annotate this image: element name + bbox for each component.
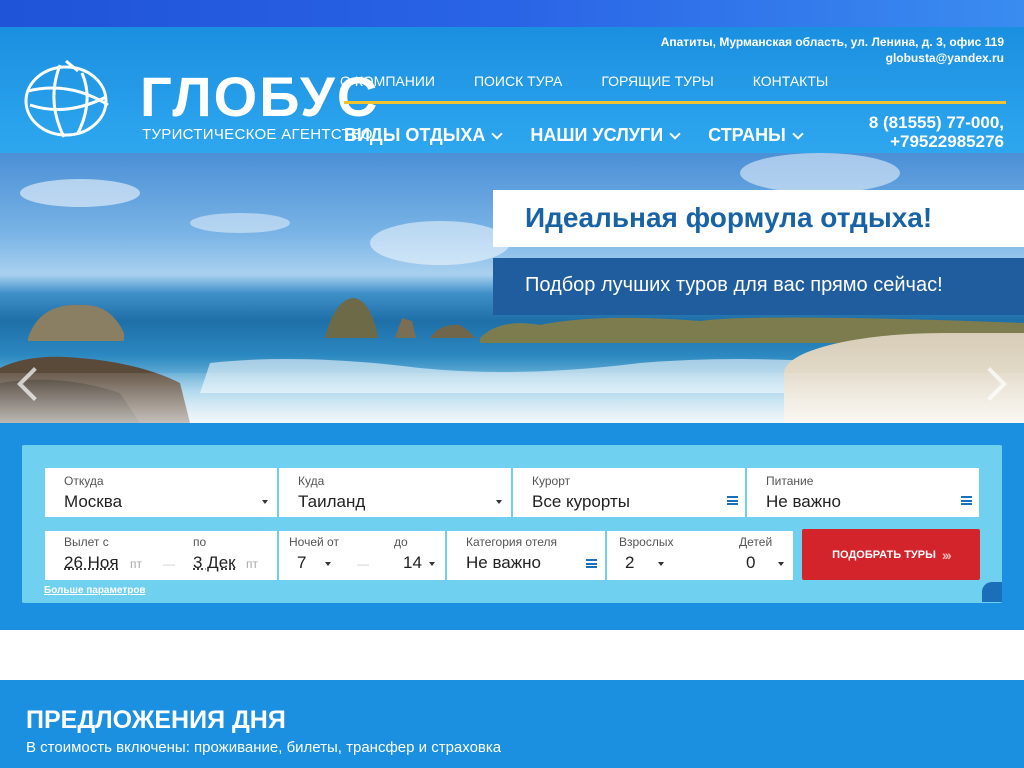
offers-title: ПРЕДЛОЖЕНИЯ ДНЯ	[26, 706, 286, 734]
mainnav-label: НАШИ УСЛУГИ	[530, 125, 664, 145]
to-label: Куда	[298, 474, 325, 488]
depart-from-dow: пт	[130, 557, 142, 571]
contact-email[interactable]: globusta@yandex.ru	[886, 51, 1004, 65]
nights-from-label: Ночей от	[289, 535, 339, 549]
meal-label: Питание	[766, 474, 814, 488]
caret-down-icon	[778, 562, 784, 566]
depart-to-label: по	[193, 535, 207, 549]
chevron-down-icon	[792, 127, 804, 140]
topnav-about[interactable]: О КОМПАНИИ	[340, 73, 435, 89]
find-tours-label: ПОДОБРАТЬ ТУРЫ	[832, 548, 936, 561]
resort-select[interactable]: Курорт Все курорты	[513, 468, 745, 517]
nights-to-select[interactable]: 14	[403, 553, 422, 573]
find-tours-button[interactable]: ПОДОБРАТЬ ТУРЫ ›››	[802, 529, 980, 580]
nights-from-select[interactable]: 7	[297, 553, 306, 573]
chevron-down-icon	[491, 127, 504, 140]
globe-logo-icon[interactable]	[20, 59, 116, 139]
caret-down-icon	[429, 562, 435, 566]
children-label: Детей	[739, 535, 773, 549]
main-nav: ВИДЫ ОТДЫХА НАШИ УСЛУГИ СТРАНЫ	[344, 125, 831, 146]
list-icon	[961, 496, 972, 505]
brand-tagline: ТУРИСТИЧЕСКОЕ АГЕНТСТВО	[142, 126, 373, 143]
chevron-down-icon	[669, 127, 681, 140]
depart-to-dow: пт	[246, 557, 258, 571]
nights-range: Ночей от 7 — до 14	[279, 531, 445, 580]
top-nav: О КОМПАНИИ ПОИСК ТУРА ГОРЯЩИЕ ТУРЫ КОНТА…	[340, 73, 867, 89]
list-icon	[586, 559, 597, 568]
topnav-search[interactable]: ПОИСК ТУРА	[474, 73, 562, 89]
depart-from-input[interactable]: 26 Ноя	[64, 553, 119, 573]
sailboat-icon	[982, 582, 1002, 602]
to-select[interactable]: Куда Таиланд	[279, 468, 511, 517]
phone-line-2: +79522985276	[890, 132, 1004, 151]
site-header: Апатиты, Мурманская область, ул. Ленина,…	[0, 27, 1024, 153]
depart-from-label: Вылет с	[64, 535, 109, 549]
phone-numbers[interactable]: 8 (81555) 77-000, +79522985276	[869, 113, 1004, 151]
caret-down-icon	[658, 562, 664, 566]
from-label: Откуда	[64, 474, 104, 488]
nights-dash: —	[357, 557, 369, 571]
caret-down-icon	[496, 500, 502, 504]
topnav-contacts[interactable]: КОНТАКТЫ	[753, 73, 829, 89]
hotel-category-label: Категория отеля	[466, 535, 557, 549]
topnav-hot-tours[interactable]: ГОРЯЩИЕ ТУРЫ	[601, 73, 713, 89]
list-icon	[727, 496, 738, 505]
hero-title: Идеальная формула отдыха!	[493, 190, 1024, 247]
children-select[interactable]: 0	[746, 553, 755, 573]
meal-value: Не важно	[766, 492, 841, 511]
hotel-category-value: Не важно	[466, 553, 541, 572]
contact-address: Апатиты, Мурманская область, ул. Ленина,…	[660, 35, 1004, 49]
mainnav-label: СТРАНЫ	[708, 125, 786, 145]
mainnav-vacation-types[interactable]: ВИДЫ ОТДЫХА	[344, 125, 504, 146]
mainnav-countries[interactable]: СТРАНЫ	[708, 125, 804, 146]
from-select[interactable]: Откуда Москва	[45, 468, 277, 517]
mainnav-label: ВИДЫ ОТДЫХА	[344, 125, 486, 145]
to-value: Таиланд	[298, 492, 366, 511]
date-dash: —	[163, 557, 175, 571]
phone-line-1: 8 (81555) 77-000,	[868, 113, 1004, 132]
sea-foam	[0, 373, 1024, 423]
travelers: Взрослых 2 Детей 0	[607, 531, 793, 580]
adults-label: Взрослых	[619, 535, 674, 549]
meal-select[interactable]: Питание Не важно	[747, 468, 979, 517]
chevrons-right-icon: ›››	[941, 546, 952, 563]
more-params-link[interactable]: Больше параметров	[44, 585, 146, 596]
hotel-category-select[interactable]: Категория отеля Не важно	[447, 531, 605, 580]
caret-down-icon	[262, 500, 268, 504]
hero-subtitle: Подбор лучших туров для вас прямо сейчас…	[493, 258, 1024, 315]
departure-dates: Вылет с 26 Ноя пт — по 3 Дек пт	[45, 531, 277, 580]
mainnav-services[interactable]: НАШИ УСЛУГИ	[530, 125, 681, 146]
nav-divider	[344, 101, 1006, 104]
resort-value: Все курорты	[532, 492, 630, 511]
depart-to-input[interactable]: 3 Дек	[193, 553, 236, 573]
nights-to-label: до	[394, 535, 408, 549]
resort-label: Курорт	[532, 474, 571, 488]
from-value: Москва	[64, 492, 123, 511]
top-strip	[0, 0, 1024, 27]
caret-down-icon	[325, 562, 331, 566]
adults-select[interactable]: 2	[625, 553, 634, 573]
offers-subtitle: В стоимость включены: проживание, билеты…	[26, 739, 502, 756]
